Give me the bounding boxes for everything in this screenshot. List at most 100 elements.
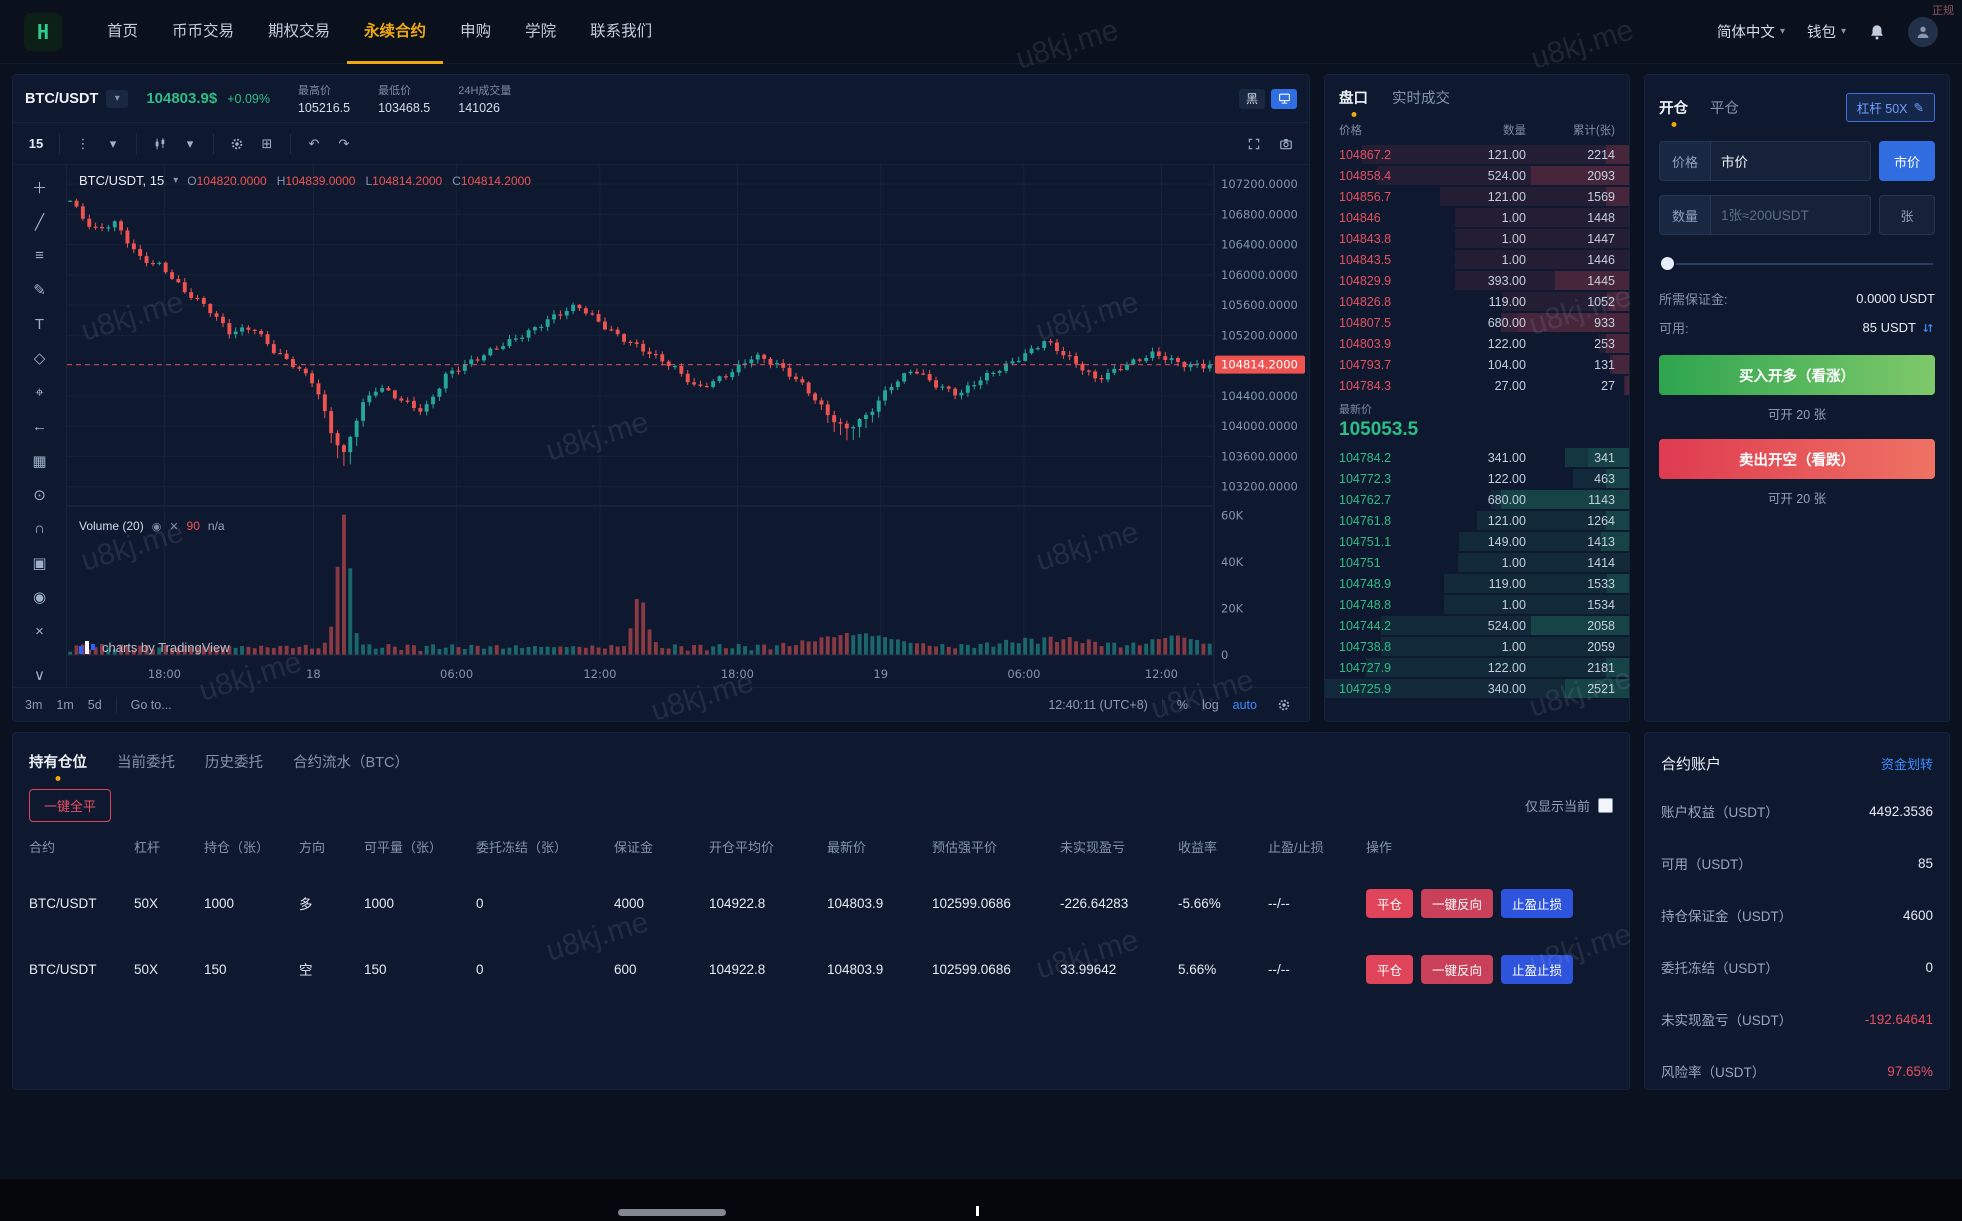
leverage-chip[interactable]: 杠杆 50X ✎ — [1846, 93, 1935, 122]
range-button-5d[interactable]: 5d — [88, 698, 102, 712]
crosshair-icon[interactable]: ＋ — [27, 175, 53, 200]
pair-selector[interactable]: BTC/USDT ▾ — [25, 90, 128, 108]
ask-row[interactable]: 104858.4524.002093 — [1325, 165, 1629, 186]
tradingview-attribution[interactable]: charts by TradingView — [79, 640, 230, 655]
trade-tab-2[interactable]: 平仓 — [1710, 93, 1739, 122]
magnet-icon[interactable]: ∩ — [27, 516, 53, 541]
chevron-down-icon[interactable]: ▾ — [177, 131, 203, 157]
bid-row[interactable]: 104761.8121.001264 — [1325, 510, 1629, 531]
legend-pair-label[interactable]: BTC/USDT, 15 — [79, 173, 164, 188]
eye-icon[interactable]: ◉ — [27, 585, 53, 610]
ask-row[interactable]: 104856.7121.001569 — [1325, 186, 1629, 207]
language-selector[interactable]: 简体中文 ▾ — [1717, 21, 1785, 42]
bid-row[interactable]: 104751.1149.001413 — [1325, 531, 1629, 552]
wallet-menu[interactable]: 钱包 ▾ — [1807, 21, 1846, 42]
chevron-down-icon[interactable]: ▾ — [100, 131, 126, 157]
nav-item-4[interactable]: 永续合约 — [347, 0, 443, 64]
percent-scale-button[interactable]: % — [1177, 698, 1188, 712]
bid-row[interactable]: 104748.9119.001533 — [1325, 573, 1629, 594]
bid-row[interactable]: 104725.9340.002521 — [1325, 678, 1629, 699]
notifications-bell-icon[interactable] — [1868, 23, 1886, 41]
goto-button[interactable]: Go to... — [131, 698, 172, 712]
log-scale-button[interactable]: log — [1202, 698, 1219, 712]
nav-item-5[interactable]: 申购 — [443, 0, 508, 64]
trade-tab-1[interactable]: 开仓 — [1659, 93, 1688, 122]
candle-style-icon[interactable] — [147, 131, 173, 157]
ask-row[interactable]: 1048461.001448 — [1325, 207, 1629, 228]
trend-line-icon[interactable]: ╱ — [27, 209, 53, 234]
positions-tab-3[interactable]: 历史委托 — [205, 747, 263, 776]
redo-icon[interactable]: ↷ — [331, 131, 357, 157]
ask-row[interactable]: 104843.81.001447 — [1325, 228, 1629, 249]
chevron-down-icon[interactable]: ∨ — [27, 662, 53, 687]
bid-row[interactable]: 1047511.001414 — [1325, 552, 1629, 573]
theme-dark-button[interactable]: 黑 — [1239, 89, 1265, 109]
fund-transfer-link[interactable]: 资金划转 — [1881, 754, 1933, 773]
nav-item-3[interactable]: 期权交易 — [251, 0, 347, 64]
eye-icon[interactable]: ◉ — [152, 520, 162, 533]
xabcd-pattern-icon[interactable]: ◇ — [27, 346, 53, 371]
bid-row[interactable]: 104744.2524.002058 — [1325, 615, 1629, 636]
only-current-checkbox[interactable] — [1598, 798, 1613, 813]
trash-icon[interactable]: × — [27, 619, 53, 644]
ask-row[interactable]: 104867.2121.002214 — [1325, 144, 1629, 165]
indicators-gear-icon[interactable] — [224, 131, 250, 157]
fullscreen-icon[interactable] — [1241, 131, 1267, 157]
close-icon[interactable]: ✕ — [169, 520, 178, 533]
ask-row[interactable]: 104803.9122.00253 — [1325, 333, 1629, 354]
bid-row[interactable]: 104738.81.002059 — [1325, 636, 1629, 657]
sell-short-button[interactable]: 卖出开空（看跌） — [1659, 439, 1935, 479]
ask-row[interactable]: 104826.8119.001052 — [1325, 291, 1629, 312]
positions-tab-4[interactable]: 合约流水（BTC） — [293, 747, 409, 776]
orderbook-tab-2[interactable]: 实时成交 — [1392, 83, 1450, 112]
reverse-position-button[interactable]: 一键反向 — [1421, 955, 1493, 984]
market-price-button[interactable]: 市价 — [1879, 141, 1935, 181]
quantity-input[interactable] — [1711, 208, 1870, 223]
ask-row[interactable]: 104793.7104.00131 — [1325, 354, 1629, 375]
app-logo[interactable]: H — [24, 13, 62, 51]
range-button-1m[interactable]: 1m — [56, 698, 73, 712]
tp-sl-button[interactable]: 止盈止损 — [1501, 889, 1573, 918]
bid-row[interactable]: 104748.81.001534 — [1325, 594, 1629, 615]
close-position-button[interactable]: 平仓 — [1366, 955, 1413, 984]
text-tool-icon[interactable]: T — [27, 312, 53, 337]
fib-retracement-icon[interactable]: ≡ — [27, 243, 53, 268]
hide-drawings-arrow-icon[interactable]: ← — [27, 414, 53, 439]
brush-icon[interactable]: ✎ — [27, 277, 53, 302]
compare-icon[interactable]: ⊞ — [254, 131, 280, 157]
positions-tab-2[interactable]: 当前委托 — [117, 747, 175, 776]
chevron-down-icon[interactable]: ▾ — [173, 175, 178, 186]
price-input[interactable] — [1711, 154, 1870, 169]
transfer-icon[interactable] — [1921, 321, 1935, 335]
buy-long-button[interactable]: 买入开多（看涨） — [1659, 355, 1935, 395]
reverse-position-button[interactable]: 一键反向 — [1421, 889, 1493, 918]
settings-gear-icon[interactable] — [1271, 692, 1297, 718]
positions-tab-1[interactable]: 持有仓位 — [29, 747, 87, 776]
user-avatar[interactable] — [1908, 17, 1938, 47]
candlestick-chart[interactable]: 107200.0000106800.0000106400.0000106000.… — [67, 165, 1309, 687]
nav-item-6[interactable]: 学院 — [508, 0, 573, 64]
auto-scale-button[interactable]: auto — [1233, 698, 1257, 712]
orderbook-tab-1[interactable]: 盘口 — [1339, 83, 1368, 112]
scrollbar-thumb[interactable] — [618, 1209, 726, 1216]
zoom-icon[interactable]: ⊙ — [27, 482, 53, 507]
close-all-button[interactable]: 一键全平 — [29, 789, 111, 822]
prediction-tool-icon[interactable]: ⌖ — [27, 380, 53, 405]
interval-15-button[interactable]: 15 — [23, 131, 49, 157]
close-position-button[interactable]: 平仓 — [1366, 889, 1413, 918]
bid-row[interactable]: 104772.3122.00463 — [1325, 468, 1629, 489]
tp-sl-button[interactable]: 止盈止损 — [1501, 955, 1573, 984]
display-mode-button[interactable] — [1271, 89, 1297, 109]
slider-knob[interactable] — [1661, 257, 1674, 270]
range-button-3m[interactable]: 3m — [25, 698, 42, 712]
ask-row[interactable]: 104807.5680.00933 — [1325, 312, 1629, 333]
intervals-menu-icon[interactable]: ⋮ — [70, 131, 96, 157]
volume-indicator-label[interactable]: Volume (20) — [79, 519, 144, 533]
lock-icon[interactable]: ▣ — [27, 551, 53, 576]
nav-item-1[interactable]: 首页 — [90, 0, 155, 64]
ask-row[interactable]: 104843.51.001446 — [1325, 249, 1629, 270]
camera-icon[interactable] — [1273, 131, 1299, 157]
amount-slider[interactable] — [1661, 257, 1933, 271]
ask-row[interactable]: 104829.9393.001445 — [1325, 270, 1629, 291]
bid-row[interactable]: 104762.7680.001143 — [1325, 489, 1629, 510]
